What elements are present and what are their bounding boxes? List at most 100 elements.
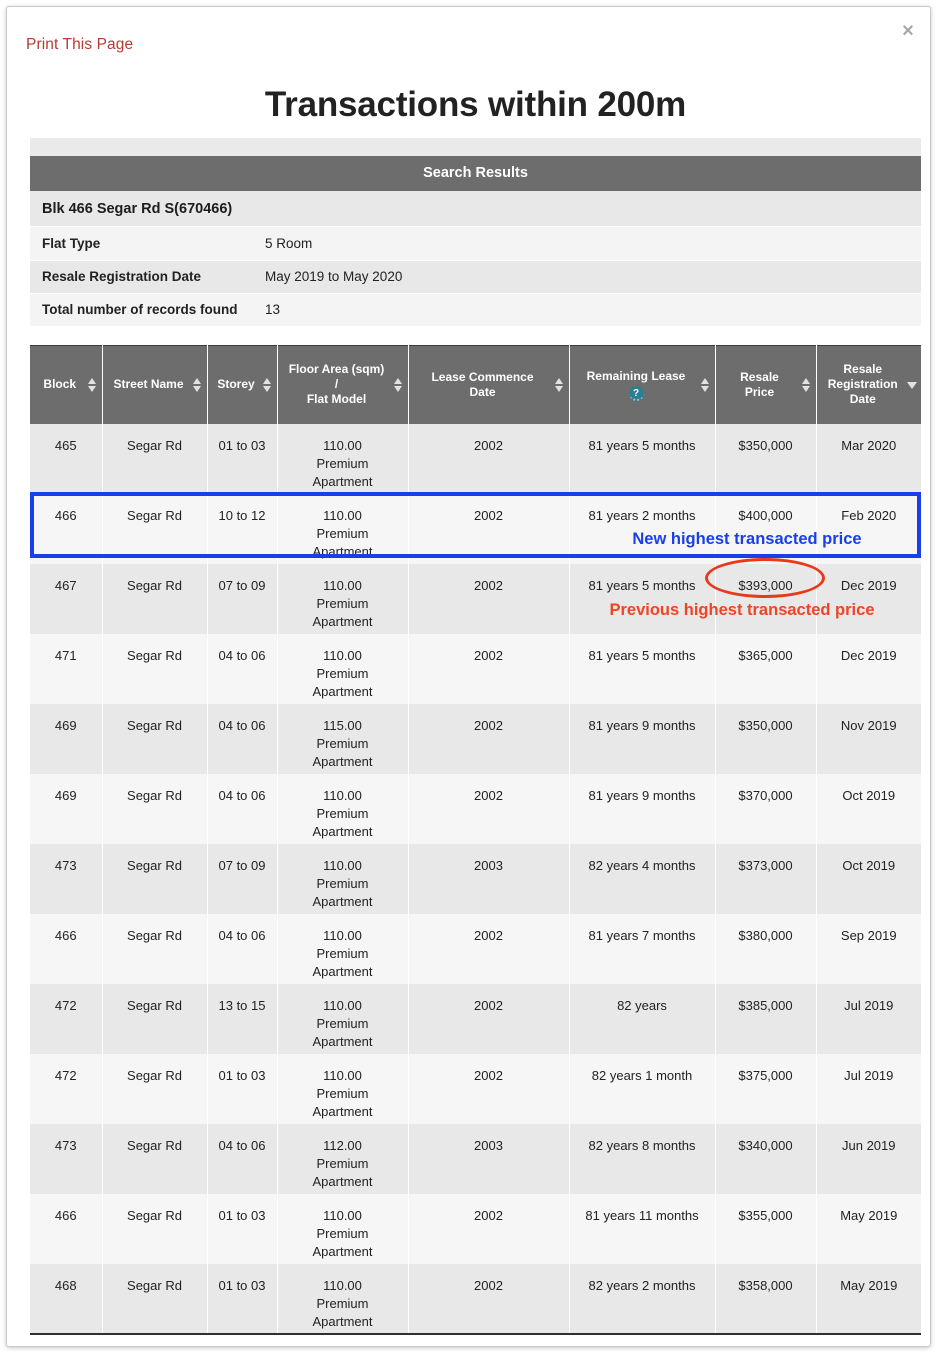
sort-toggle-icon[interactable] <box>801 377 811 393</box>
table-row: 466 Segar Rd 10 to 12 110.00 Premium Apartmen… <box>30 493 921 564</box>
sort-toggle-icon[interactable] <box>192 377 202 393</box>
column-header-label: Street Name <box>113 377 184 392</box>
cell-block: 465 <box>30 423 103 494</box>
cell-remaining-lease: 81 years 7 months <box>569 913 716 984</box>
cell-price: $365,000 <box>715 633 817 704</box>
cell-storey: 04 to 06 <box>207 1123 278 1194</box>
cell-remaining-lease: 82 years 2 months <box>569 1263 716 1335</box>
cell-storey: 04 to 06 <box>207 633 278 704</box>
cell-storey: 10 to 12 <box>207 493 278 564</box>
cell-lease-commence: 2002 <box>408 633 570 704</box>
sort-desc-icon[interactable] <box>907 377 917 393</box>
cell-floor-area: 110.00 Premium Apartment <box>277 1193 409 1264</box>
floor-area-value: 110.00 <box>323 577 362 593</box>
flat-model-value: Premium Apartment <box>312 1085 373 1119</box>
cell-floor-area: 110.00 Premium Apartment <box>277 913 409 984</box>
column-header-street-name[interactable]: Street Name <box>102 345 208 424</box>
column-header-label: Floor Area (sqm) / Flat Model <box>288 362 385 407</box>
cell-block: 466 <box>30 1193 103 1264</box>
flat-model-value: Premium Apartment <box>312 525 373 559</box>
cell-storey: 07 to 09 <box>207 843 278 914</box>
close-icon[interactable]: × <box>896 19 920 43</box>
flat-model-value: Premium Apartment <box>312 595 373 629</box>
flat-model-value: Premium Apartment <box>312 1225 373 1259</box>
cell-reg-date: Dec 2019 <box>816 563 921 634</box>
table-row: 472 Segar Rd 13 to 15 110.00 Premium Apartmen… <box>30 983 921 1054</box>
column-header-label: Remaining Lease <box>586 368 686 383</box>
flat-model-value: Premium Apartment <box>312 1295 373 1329</box>
table-row: 466 Segar Rd 01 to 03 110.00 Premium Apartmen… <box>30 1193 921 1264</box>
cell-floor-area: 110.00 Premium Apartment <box>277 493 409 564</box>
flat-model-value: Premium Apartment <box>312 875 373 909</box>
cell-street: Segar Rd <box>102 493 208 564</box>
floor-area-value: 112.00 <box>323 1137 362 1153</box>
search-criteria-row: Flat Type 5 Room <box>30 227 921 261</box>
sort-toggle-icon[interactable] <box>87 377 97 393</box>
cell-remaining-lease: 81 years 9 months <box>569 703 716 774</box>
cell-price: $393,000 <box>715 563 817 634</box>
column-header-resale-registration-date[interactable]: Resale Registration Date <box>816 345 921 424</box>
cell-lease-commence: 2002 <box>408 563 570 634</box>
cell-reg-date: May 2019 <box>816 1263 921 1335</box>
floor-area-value: 110.00 <box>323 437 362 453</box>
cell-floor-area: 110.00 Premium Apartment <box>277 843 409 914</box>
sort-toggle-icon[interactable] <box>393 377 403 393</box>
column-header-storey[interactable]: Storey <box>207 345 278 424</box>
column-header-label: Storey <box>217 377 255 392</box>
flat-model-value: Premium Apartment <box>312 1155 373 1189</box>
cell-remaining-lease: 81 years 11 months <box>569 1193 716 1264</box>
column-header-resale-price[interactable]: Resale Price <box>715 345 817 424</box>
cell-block: 471 <box>30 633 103 704</box>
print-this-page-link[interactable]: Print This Page <box>26 36 133 54</box>
cell-street: Segar Rd <box>102 563 208 634</box>
cell-floor-area: 110.00 Premium Apartment <box>277 773 409 844</box>
table-row: 472 Segar Rd 01 to 03 110.00 Premium Apartmen… <box>30 1053 921 1124</box>
floor-area-value: 110.00 <box>323 1207 362 1223</box>
cell-street: Segar Rd <box>102 1053 208 1124</box>
cell-street: Segar Rd <box>102 423 208 494</box>
cell-price: $350,000 <box>715 703 817 774</box>
sort-toggle-icon[interactable] <box>554 377 564 393</box>
cell-price: $355,000 <box>715 1193 817 1264</box>
cell-reg-date: Jul 2019 <box>816 1053 921 1124</box>
sort-toggle-icon[interactable] <box>262 377 272 393</box>
column-header-block[interactable]: Block <box>30 345 103 424</box>
cell-block: 466 <box>30 493 103 564</box>
cell-storey: 04 to 06 <box>207 913 278 984</box>
table-row: 469 Segar Rd 04 to 06 115.00 Premium Apartmen… <box>30 703 921 774</box>
column-header-floor-area-sqm-flat-model[interactable]: Floor Area (sqm) / Flat Model <box>277 345 409 424</box>
cell-lease-commence: 2002 <box>408 913 570 984</box>
cell-block: 469 <box>30 703 103 774</box>
cell-remaining-lease: 81 years 5 months <box>569 563 716 634</box>
cell-street: Segar Rd <box>102 773 208 844</box>
cell-reg-date: Mar 2020 <box>816 423 921 494</box>
cell-remaining-lease: 82 years <box>569 983 716 1054</box>
criteria-label: Total number of records found <box>30 293 253 327</box>
column-header-label: Block <box>43 377 77 392</box>
cell-street: Segar Rd <box>102 983 208 1054</box>
column-header-remaining-lease[interactable]: Remaining Lease? <box>569 345 716 424</box>
column-header-label: Resale Registration Date <box>827 362 898 407</box>
cell-reg-date: Dec 2019 <box>816 633 921 704</box>
help-icon[interactable]: ? <box>628 385 644 401</box>
column-header-lease-commence-date[interactable]: Lease Commence Date <box>408 345 570 424</box>
table-row: 473 Segar Rd 07 to 09 110.00 Premium Apartmen… <box>30 843 921 914</box>
cell-floor-area: 110.00 Premium Apartment <box>277 423 409 494</box>
floor-area-value: 110.00 <box>323 927 362 943</box>
cell-reg-date: Nov 2019 <box>816 703 921 774</box>
cell-storey: 04 to 06 <box>207 703 278 774</box>
cell-street: Segar Rd <box>102 843 208 914</box>
table-row: 468 Segar Rd 01 to 03 110.00 Premium Apartmen… <box>30 1263 921 1335</box>
cell-block: 472 <box>30 1053 103 1124</box>
floor-area-value: 110.00 <box>323 1067 362 1083</box>
sort-toggle-icon[interactable] <box>700 377 710 393</box>
floor-area-value: 110.00 <box>323 857 362 873</box>
cell-price: $358,000 <box>715 1263 817 1335</box>
floor-area-value: 115.00 <box>323 717 362 733</box>
cell-floor-area: 110.00 Premium Apartment <box>277 1263 409 1335</box>
flat-model-value: Premium Apartment <box>312 945 373 979</box>
cell-block: 469 <box>30 773 103 844</box>
cell-remaining-lease: 82 years 8 months <box>569 1123 716 1194</box>
floor-area-value: 110.00 <box>323 787 362 803</box>
cell-block: 468 <box>30 1263 103 1335</box>
